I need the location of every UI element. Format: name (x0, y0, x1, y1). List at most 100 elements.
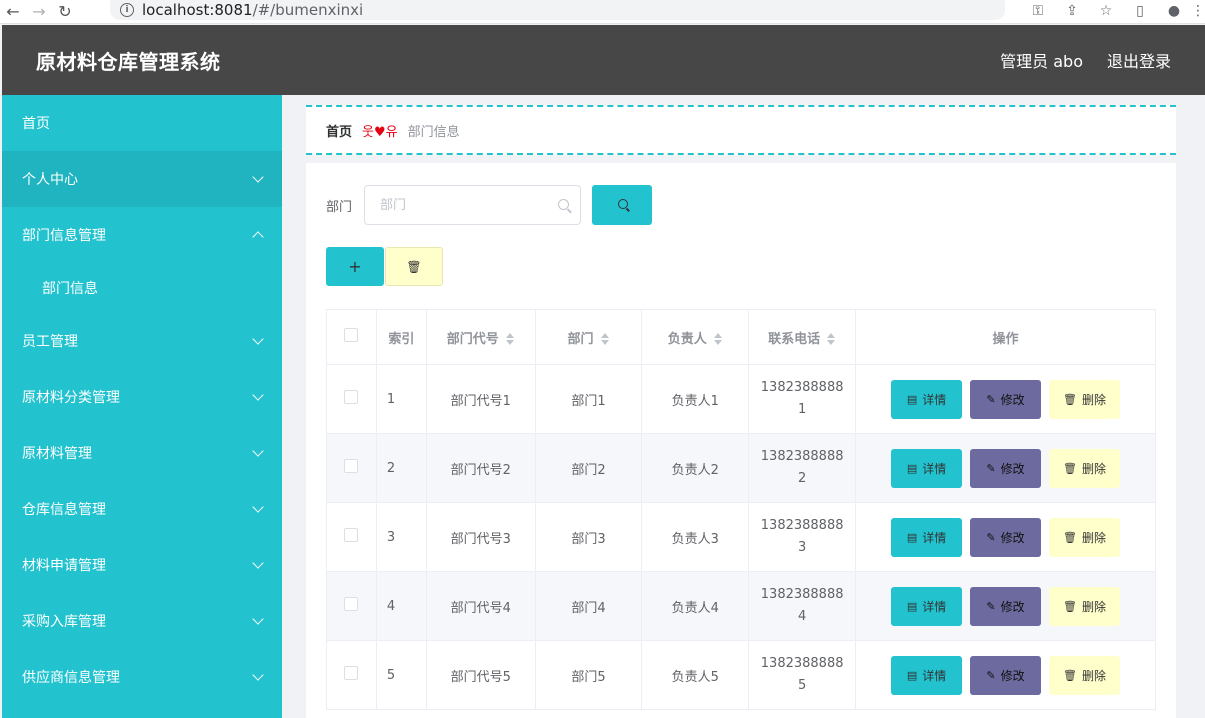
pencil-icon: ✎ (986, 461, 996, 475)
detail-label: 详情 (922, 530, 947, 545)
edit-button[interactable]: ✎ 修改 (970, 448, 1042, 488)
cell-phone: 1382388888 2 (748, 433, 857, 503)
delete-button[interactable]: 🗑 删除 (1049, 379, 1121, 419)
sidebar-subitem-dept-info[interactable]: 部门信息 (2, 263, 282, 313)
header-code[interactable]: 部门代号 (425, 309, 536, 365)
sidebar-item-home[interactable]: 首页 (2, 95, 282, 151)
trash-icon: 🗑 (1063, 392, 1078, 406)
chevron-down-icon (252, 171, 264, 183)
header-dept[interactable]: 部门 (534, 309, 643, 365)
cell-index: 3 (375, 502, 427, 572)
select-all-checkbox[interactable] (344, 328, 359, 342)
key-icon[interactable]: ⚿ (1021, 0, 1055, 22)
row-checkbox[interactable] (344, 390, 359, 404)
profile-icon[interactable]: ● (1157, 0, 1191, 22)
sort-icon[interactable] (713, 332, 723, 346)
more-icon[interactable]: ⋮ (1191, 0, 1205, 22)
edit-label: 修改 (1000, 599, 1025, 614)
sidebar-item-material-category[interactable]: 原材料分类管理 (2, 369, 282, 425)
trash-icon: 🗑 (1063, 530, 1078, 544)
search-button[interactable] (592, 185, 653, 225)
sidebar-item-material-request[interactable]: 材料申请管理 (2, 537, 282, 593)
cell-phone: 1382388888 3 (748, 502, 857, 572)
cell-index: 4 (375, 571, 427, 641)
delete-label: 删除 (1082, 392, 1107, 407)
row-actions: ▤ 详情 ✎ 修改 🗑 删除 (856, 655, 1155, 695)
search-icon (558, 199, 570, 210)
star-icon[interactable]: ☆ (1089, 0, 1123, 22)
detail-button[interactable]: ▤ 详情 (891, 517, 963, 557)
reload-icon[interactable]: ↻ (52, 0, 78, 24)
delete-button[interactable]: 🗑 删除 (1049, 448, 1121, 488)
pencil-icon: ✎ (986, 668, 996, 682)
add-button[interactable]: + (326, 247, 384, 286)
row-checkbox[interactable] (344, 528, 359, 542)
phone-line-1: 1382388888 (760, 656, 844, 671)
sidebar-item-label: 部门信息 (42, 281, 98, 297)
edit-button[interactable]: ✎ 修改 (970, 379, 1042, 419)
search-input[interactable] (365, 186, 581, 224)
pencil-icon: ✎ (986, 392, 996, 406)
app-title: 原材料仓库管理系统 (36, 49, 221, 74)
sidebar-item-dept-management[interactable]: 部门信息管理 (2, 207, 282, 263)
delete-button[interactable]: 🗑 删除 (1049, 655, 1121, 695)
row-select-cell (326, 640, 377, 710)
cell-dept: 部门4 (534, 571, 643, 641)
table-header-row: 索引 部门代号 部门 负责人 联系电话 操作 (326, 309, 1156, 365)
batch-delete-button[interactable]: 🗑 (385, 247, 443, 286)
detail-button[interactable]: ▤ 详情 (891, 655, 963, 695)
cell-phone: 1382388888 1 (748, 364, 857, 434)
back-icon[interactable]: ← (0, 0, 26, 24)
sidebar-item-personal-center[interactable]: 个人中心 (2, 151, 282, 207)
chevron-down-icon (252, 557, 264, 569)
document-icon: ▤ (906, 392, 918, 406)
cell-ops: ▤ 详情 ✎ 修改 🗑 删除 (855, 364, 1156, 434)
browser-toolbar: ← → ↻ i localhost:8081/#/bumenxinxi ⚿ ⇪ … (0, 0, 1205, 24)
header-user-area: 管理员 abo 退出登录 (1000, 48, 1171, 72)
edit-label: 修改 (1000, 530, 1025, 545)
url-host: localhost:8081 (142, 1, 253, 19)
share-icon[interactable]: ⇪ (1055, 0, 1089, 22)
row-checkbox[interactable] (344, 597, 359, 611)
header-manager[interactable]: 负责人 (641, 309, 750, 365)
sidebar-item-employee-management[interactable]: 员工管理 (2, 313, 282, 369)
forward-icon[interactable]: → (26, 0, 52, 24)
trash-icon: 🗑 (1063, 599, 1078, 613)
row-select-cell (326, 433, 377, 503)
sort-icon[interactable] (505, 332, 515, 346)
breadcrumb: 首页 웃♥유 部门信息 (306, 105, 1176, 155)
detail-button[interactable]: ▤ 详情 (891, 448, 963, 488)
main-area: 首页 웃♥유 部门信息 部门 + 🗑 索引 (282, 95, 1205, 718)
current-user: 管理员 abo (1000, 52, 1083, 71)
header-manager-label: 负责人 (667, 331, 707, 347)
info-icon[interactable]: i (120, 3, 134, 17)
logout-link[interactable]: 退出登录 (1107, 48, 1171, 72)
delete-button[interactable]: 🗑 删除 (1049, 517, 1121, 557)
delete-label: 删除 (1082, 530, 1107, 545)
sidepanel-icon[interactable]: ▯ (1123, 0, 1157, 22)
row-checkbox[interactable] (344, 666, 359, 680)
edit-button[interactable]: ✎ 修改 (970, 517, 1042, 557)
breadcrumb-home[interactable]: 首页 (326, 121, 352, 140)
edit-button[interactable]: ✎ 修改 (970, 655, 1042, 695)
sidebar-item-supplier-info[interactable]: 供应商信息管理 (2, 649, 282, 705)
cell-manager: 负责人1 (641, 364, 750, 434)
edit-button[interactable]: ✎ 修改 (970, 586, 1042, 626)
detail-button[interactable]: ▤ 详情 (891, 379, 963, 419)
plus-icon: + (348, 257, 362, 276)
address-bar[interactable]: i localhost:8081/#/bumenxinxi (110, 0, 1005, 20)
sidebar-item-label: 供应商信息管理 (22, 670, 120, 686)
sort-icon[interactable] (600, 332, 610, 346)
detail-button[interactable]: ▤ 详情 (891, 586, 963, 626)
sidebar-item-material-management[interactable]: 原材料管理 (2, 425, 282, 481)
table-row: 3 部门代号3 部门3 负责人3 1382388888 3 ▤ 详情 ✎ 修改 🗑 删除 (326, 502, 1156, 572)
row-checkbox[interactable] (344, 459, 359, 473)
sidebar-item-purchase-inbound[interactable]: 采购入库管理 (2, 593, 282, 649)
delete-button[interactable]: 🗑 删除 (1049, 586, 1121, 626)
sort-icon[interactable] (826, 332, 836, 346)
cell-code: 部门代号4 (425, 571, 536, 641)
content-panel: 部门 + 🗑 索引 部门代号 部门 负责 (306, 163, 1176, 718)
header-phone[interactable]: 联系电话 (748, 309, 857, 365)
cell-code: 部门代号1 (425, 364, 536, 434)
sidebar-item-warehouse-info[interactable]: 仓库信息管理 (2, 481, 282, 537)
